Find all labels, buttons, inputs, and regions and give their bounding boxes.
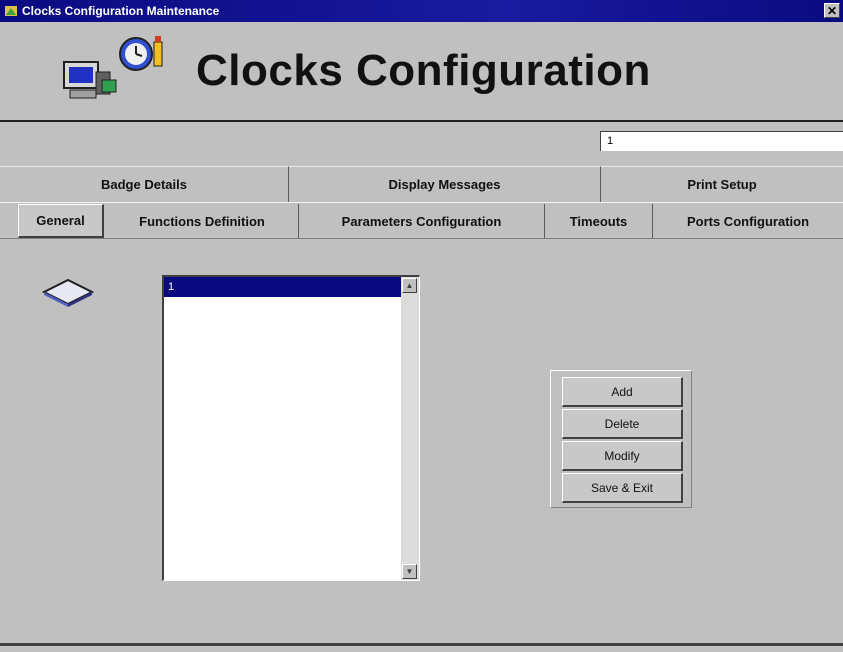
record-field[interactable]: 1 xyxy=(600,131,843,151)
clock-list-items: 1 xyxy=(164,277,401,580)
banner-title: Clocks Configuration xyxy=(196,46,651,95)
close-button[interactable]: ✕ xyxy=(824,3,840,18)
scroll-down-icon[interactable]: ▼ xyxy=(402,564,417,579)
header-divider xyxy=(0,120,843,122)
diamond-icon xyxy=(42,278,94,307)
tab-timeouts[interactable]: Timeouts xyxy=(545,204,653,238)
list-scrollbar[interactable]: ▲ ▼ xyxy=(401,277,419,580)
modify-button[interactable]: Modify xyxy=(562,441,683,471)
tab-functions-definition[interactable]: Functions Definition xyxy=(106,204,299,238)
list-item[interactable]: 1 xyxy=(164,277,401,297)
title-bar[interactable]: Clocks Configuration Maintenance ✕ xyxy=(0,0,843,22)
action-button-group: Add Delete Modify Save & Exit xyxy=(550,370,692,508)
tab-row-top: Badge Details Display Messages Print Set… xyxy=(0,166,843,202)
clock-list[interactable]: 1 ▲ ▼ xyxy=(162,275,420,581)
tab-panel-top-edge xyxy=(0,238,843,239)
computer-icon xyxy=(63,61,117,99)
scroll-up-icon[interactable]: ▲ xyxy=(402,278,417,293)
banner-logo xyxy=(63,36,163,99)
add-button[interactable]: Add xyxy=(562,377,683,407)
header-banner: Clocks Configuration xyxy=(0,22,843,122)
tab-badge-details[interactable]: Badge Details xyxy=(0,166,289,202)
window-title: Clocks Configuration Maintenance xyxy=(22,4,220,18)
clock-icon xyxy=(119,36,163,71)
save-exit-button[interactable]: Save & Exit xyxy=(562,473,683,503)
close-icon: ✕ xyxy=(826,4,838,18)
panel-bottom-edge xyxy=(0,643,843,646)
app-icon xyxy=(5,6,17,16)
tab-print-setup[interactable]: Print Setup xyxy=(601,166,843,202)
delete-button[interactable]: Delete xyxy=(562,409,683,439)
tab-general[interactable]: General xyxy=(18,204,104,238)
tab-parameters-configuration[interactable]: Parameters Configuration xyxy=(299,204,545,238)
tab-display-messages[interactable]: Display Messages xyxy=(289,166,601,202)
tab-ports-configuration[interactable]: Ports Configuration xyxy=(653,204,843,238)
tab-row-divider xyxy=(0,202,843,203)
